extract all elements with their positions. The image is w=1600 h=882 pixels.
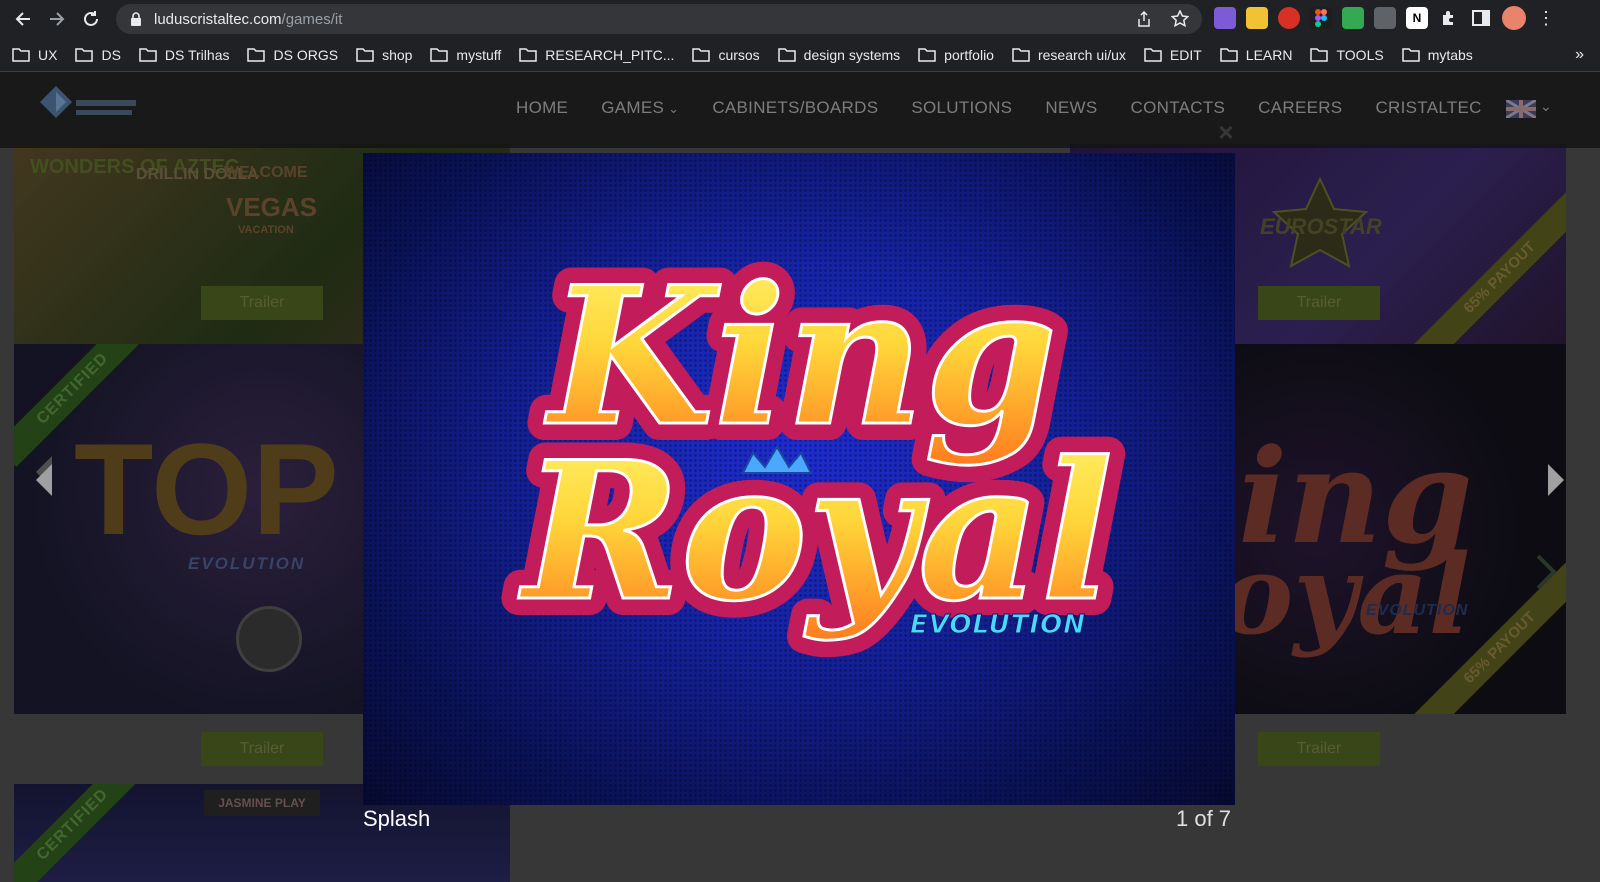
- bookmark-star-icon[interactable]: [1170, 9, 1190, 29]
- folder-icon: [1220, 48, 1238, 62]
- lightbox-caption: Splash: [363, 806, 431, 831]
- forward-icon[interactable]: [40, 2, 74, 36]
- bookmarks-bar: UX DS DS Trilhas DS ORGS shop mystuff RESEARCH…: [0, 38, 1600, 72]
- site-nav-item[interactable]: GAMES ⌄: [601, 98, 679, 118]
- folder-icon: [12, 48, 30, 62]
- folder-icon: [519, 48, 538, 62]
- site-header: HOME GAMES ⌄ CABINETS/BOARDS SOLUTIONS NEWS CO…: [0, 72, 1600, 148]
- site-nav-label: HOME: [516, 98, 569, 117]
- folder-icon: [1401, 48, 1420, 62]
- bookmark-label: TOOLS: [1336, 46, 1384, 63]
- sidepanel-icon[interactable]: [1470, 7, 1492, 29]
- bookmark-folder[interactable]: UX: [12, 47, 57, 63]
- bookmark-label: design systems: [803, 46, 901, 63]
- bookmark-label: portfolio: [944, 46, 994, 63]
- bookmark-folder[interactable]: DS Trilhas: [139, 46, 230, 63]
- site-nav-label: SOLUTIONS: [911, 98, 1013, 117]
- folder-icon: [430, 48, 449, 62]
- site-nav-item[interactable]: CAREERS: [1258, 98, 1342, 118]
- camera-icon[interactable]: [1374, 7, 1396, 29]
- url-domain: luduscristaltec.com: [154, 10, 282, 28]
- site-nav-item[interactable]: NEWS: [1045, 98, 1097, 118]
- site-nav-item[interactable]: SOLUTIONS: [911, 98, 1012, 118]
- notion-icon[interactable]: N: [1406, 7, 1428, 29]
- back-icon[interactable]: [6, 2, 40, 36]
- bookmark-folder[interactable]: EDIT: [1144, 47, 1202, 63]
- site-nav-item[interactable]: CRISTALTEC: [1375, 98, 1481, 118]
- bookmark-folder[interactable]: portfolio: [918, 47, 994, 63]
- king-royal-logo: King King Royal Royal EVOLUTION: [501, 228, 1130, 660]
- folder-icon: [75, 48, 94, 62]
- lightbox-prev-icon[interactable]: [30, 460, 60, 500]
- bookmark-folder[interactable]: cursos: [692, 46, 760, 63]
- reload-icon[interactable]: [74, 2, 108, 36]
- lightbox-next-icon[interactable]: [1540, 460, 1570, 500]
- folder-icon: [1144, 48, 1162, 62]
- games-chevron-icon: ⌄: [668, 101, 680, 116]
- folder-icon: [1310, 48, 1329, 62]
- bookmark-label: RESEARCH_PITC...: [545, 46, 675, 63]
- bookmark-label: shop: [382, 46, 413, 63]
- bookmark-label: mystuff: [456, 46, 502, 63]
- bookmark-folder[interactable]: DS: [75, 46, 121, 63]
- share-icon[interactable]: [1134, 9, 1154, 29]
- bookmark-folder[interactable]: design systems: [777, 46, 901, 63]
- bookmark-label: EDIT: [1169, 46, 1202, 63]
- site-nav-label: GAMES: [601, 98, 665, 117]
- bookmark-label: DS ORGS: [273, 46, 339, 63]
- folder-icon: [692, 48, 711, 62]
- site-nav-label: CONTACTS: [1130, 98, 1226, 117]
- folder-icon: [139, 48, 157, 62]
- extension-icon-2[interactable]: [1246, 7, 1268, 29]
- site-nav-label: CRISTALTEC: [1375, 98, 1482, 117]
- browser-toolbar: luduscristaltec.com/games/it N ⋮: [0, 0, 1600, 38]
- lightbox-counter: 1 of 7: [1176, 806, 1232, 831]
- language-flag-icon[interactable]: [1505, 98, 1537, 120]
- bookmark-label: cursos: [718, 46, 760, 63]
- bookmark-label: DS: [101, 46, 121, 63]
- lock-icon: [131, 12, 141, 26]
- menu-kebab-icon[interactable]: ⋮: [1536, 8, 1556, 29]
- bookmark-folder[interactable]: shop: [356, 47, 412, 63]
- folder-icon: [247, 48, 266, 62]
- folder-icon: [777, 48, 796, 62]
- site-nav-item[interactable]: CONTACTS: [1131, 98, 1226, 118]
- address-bar[interactable]: luduscristaltec.com/games/it: [116, 4, 1202, 34]
- bookmark-label: DS Trilhas: [164, 46, 230, 63]
- bookmark-folder[interactable]: research ui/ux: [1012, 47, 1126, 63]
- logo-subtitle: EVOLUTION: [910, 610, 1086, 640]
- bookmark-folder[interactable]: RESEARCH_PITC...: [519, 47, 674, 63]
- bookmarks-overflow-icon[interactable]: »: [1575, 46, 1584, 64]
- bookmark-label: research ui/ux: [1037, 46, 1126, 63]
- site-nav-label: CABINETS/BOARDS: [712, 98, 879, 117]
- folder-icon: [356, 48, 374, 62]
- bookmark-folder[interactable]: LEARN: [1220, 46, 1293, 63]
- language-chevron-icon[interactable]: ⌄: [1540, 98, 1552, 115]
- site-nav-item[interactable]: CABINETS/BOARDS: [712, 98, 878, 118]
- extension-icon-1[interactable]: [1214, 7, 1236, 29]
- extension-icon-3[interactable]: [1278, 7, 1300, 29]
- site-logo[interactable]: [36, 82, 146, 134]
- profile-avatar[interactable]: [1502, 6, 1526, 30]
- extension-icon-5[interactable]: [1342, 7, 1364, 29]
- lightbox-image: King King Royal Royal EVOLUTION: [363, 153, 1235, 805]
- bookmark-label: LEARN: [1245, 46, 1293, 63]
- bookmark-folder[interactable]: mystuff: [430, 47, 501, 63]
- bookmark-folder[interactable]: mytabs: [1401, 46, 1473, 63]
- folder-icon: [918, 48, 936, 62]
- bookmark-folder[interactable]: TOOLS: [1310, 46, 1384, 63]
- site-nav-item[interactable]: HOME: [516, 98, 568, 118]
- site-nav-label: CAREERS: [1258, 98, 1343, 117]
- bookmark-label: mytabs: [1427, 46, 1473, 63]
- puzzle-icon[interactable]: [1438, 7, 1460, 29]
- url-path: /games/it: [281, 10, 343, 28]
- bookmark-folder[interactable]: DS ORGS: [247, 47, 338, 63]
- folder-icon: [1012, 48, 1030, 62]
- figma-icon[interactable]: [1310, 7, 1332, 29]
- site-nav-label: NEWS: [1045, 98, 1098, 117]
- bookmark-label: UX: [38, 46, 58, 63]
- site-nav-menu: HOME GAMES ⌄ CABINETS/BOARDS SOLUTIONS NEWS CO…: [516, 98, 1515, 118]
